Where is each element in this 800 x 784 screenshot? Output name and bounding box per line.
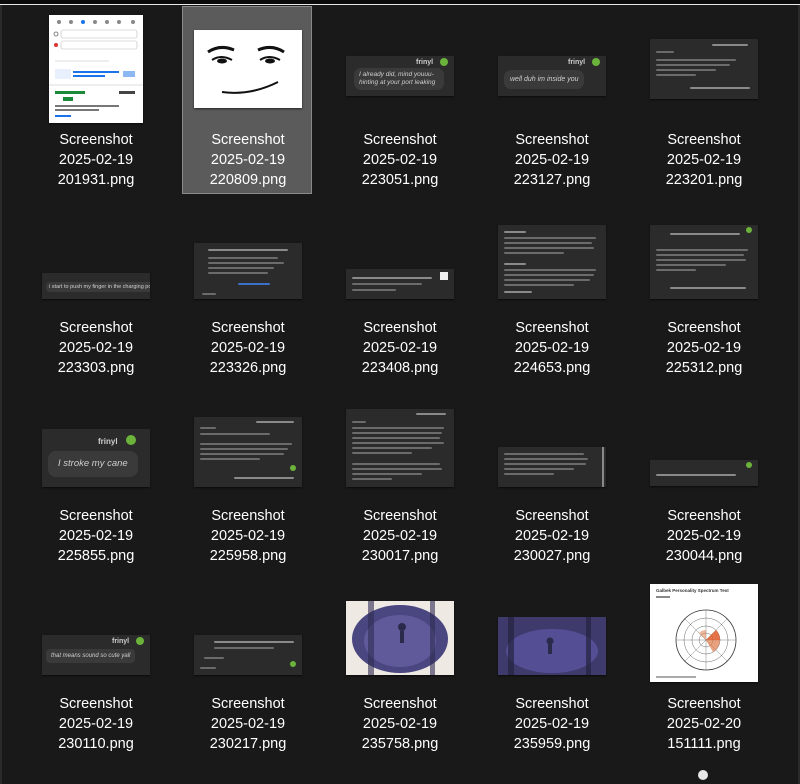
file-name: Screenshot 2025-02-20 151111.png <box>666 696 742 752</box>
thumbnail-face <box>194 30 302 108</box>
file-name: Screenshot 2025-02-19 223127.png <box>513 132 591 188</box>
file-name: Screenshot 2025-02-19 225855.png <box>57 508 135 564</box>
file-name: Screenshot 2025-02-19 223051.png <box>361 132 439 188</box>
file-name: Screenshot 2025-02-19 230027.png <box>513 508 591 564</box>
thumbnail-spectrum: Galbek Personality Spectrum Test <box>650 584 758 682</box>
thumbnail-chat <box>346 269 454 299</box>
thumbnail-chat: frinyl I already did, mind youuu- hintin… <box>346 56 454 96</box>
status-dot <box>440 58 448 66</box>
file-name: Screenshot 2025-02-19 224653.png <box>513 320 591 376</box>
face-meme-image <box>194 30 302 108</box>
file-tile[interactable]: Galbek Personality Spectrum Test Screens… <box>628 570 780 758</box>
thumbnail-chat: frinyl I stroke my cane <box>42 429 150 487</box>
file-tile[interactable]: frinyl I stroke my cane Screenshot 2025-0… <box>20 382 172 570</box>
file-name: Screenshot 2025-02-19 230110.png <box>58 696 134 752</box>
file-tile[interactable]: i start to push my finger in the chargin… <box>20 194 172 382</box>
file-name: Screenshot 2025-02-19 235758.png <box>361 696 439 752</box>
file-tile[interactable]: Screenshot 2025-02-19 225958.png <box>172 382 324 570</box>
file-explorer-window: Screenshot 2025-02-19 201931.png Screens… <box>0 0 800 784</box>
scene-image-dark <box>498 617 606 675</box>
thumbnail-chat <box>194 635 302 675</box>
left-edge <box>0 5 2 784</box>
thumbnail-chat: frinyl that means sound so cute yall <box>42 635 150 675</box>
thumbnail-scene-light <box>346 601 454 675</box>
file-name: Screenshot 2025-02-19 223408.png <box>361 320 439 376</box>
thumbnail-chat: i start to push my finger in the chargin… <box>42 273 150 299</box>
file-tile[interactable]: Screenshot 2025-02-19 230044.png <box>628 382 780 570</box>
thumbnail-chat <box>346 409 454 487</box>
file-tile[interactable]: frinyl I already did, mind youuu- hintin… <box>324 6 476 194</box>
file-name: Screenshot 2025-02-19 225958.png <box>209 508 287 564</box>
thumbnail-chat <box>194 417 302 487</box>
file-name: Screenshot 2025-02-19 235959.png <box>513 696 591 752</box>
file-name: Screenshot 2025-02-19 223201.png <box>665 132 743 188</box>
file-name: Screenshot 2025-02-19 230044.png <box>665 508 743 564</box>
thumbnail-maps <box>49 15 143 123</box>
file-name: Screenshot 2025-02-19 223326.png <box>209 320 287 376</box>
status-icon <box>698 770 708 780</box>
file-tile[interactable]: Screenshot 2025-02-19 235959.png <box>476 570 628 758</box>
thumbnail-scene-dark <box>498 617 606 675</box>
file-tile[interactable]: frinyl that means sound so cute yall Scr… <box>20 570 172 758</box>
thumbnail-chat <box>498 225 606 299</box>
file-tile[interactable]: Screenshot 2025-02-19 230217.png <box>172 570 324 758</box>
thumbnail-chat <box>650 225 758 299</box>
file-name: Screenshot 2025-02-19 230017.png <box>361 508 439 564</box>
file-tile[interactable]: frinyl well duh im inside you Screenshot… <box>476 6 628 194</box>
file-grid: Screenshot 2025-02-19 201931.png Screens… <box>20 6 780 758</box>
file-name: Screenshot 2025-02-19 220809.png <box>209 132 287 188</box>
file-tile[interactable]: Screenshot 2025-02-19 223326.png <box>172 194 324 382</box>
thumbnail-chat: frinyl well duh im inside you <box>498 56 606 96</box>
file-name: Screenshot 2025-02-19 225312.png <box>665 320 743 376</box>
file-tile[interactable]: Screenshot 2025-02-19 224653.png <box>476 194 628 382</box>
spectrum-title: Galbek Personality Spectrum Test <box>656 588 729 593</box>
file-tile[interactable]: Screenshot 2025-02-19 201931.png <box>20 6 172 194</box>
file-name: Screenshot 2025-02-19 201931.png <box>57 132 135 188</box>
file-tile[interactable]: Screenshot 2025-02-19 230017.png <box>324 382 476 570</box>
file-tile[interactable]: Screenshot 2025-02-19 225312.png <box>628 194 780 382</box>
thumbnail-chat <box>194 243 302 299</box>
file-name: Screenshot 2025-02-19 230217.png <box>209 696 287 752</box>
thumbnail-chat <box>650 460 758 486</box>
file-tile[interactable]: Screenshot 2025-02-19 223201.png <box>628 6 780 194</box>
scene-image-light <box>346 601 454 675</box>
file-tile[interactable]: Screenshot 2025-02-19 223408.png <box>324 194 476 382</box>
file-name: Screenshot 2025-02-19 223303.png <box>57 320 135 376</box>
maps-directions-image <box>49 15 143 123</box>
file-tile[interactable]: Screenshot 2025-02-19 230027.png <box>476 382 628 570</box>
top-divider <box>0 4 800 5</box>
spectrum-wheel-image <box>656 596 737 678</box>
thumbnail-chat <box>650 39 758 99</box>
thumbnail-chat <box>498 447 606 487</box>
file-tile[interactable]: Screenshot 2025-02-19 235758.png <box>324 570 476 758</box>
file-tile-selected[interactable]: Screenshot 2025-02-19 220809.png <box>172 6 324 194</box>
